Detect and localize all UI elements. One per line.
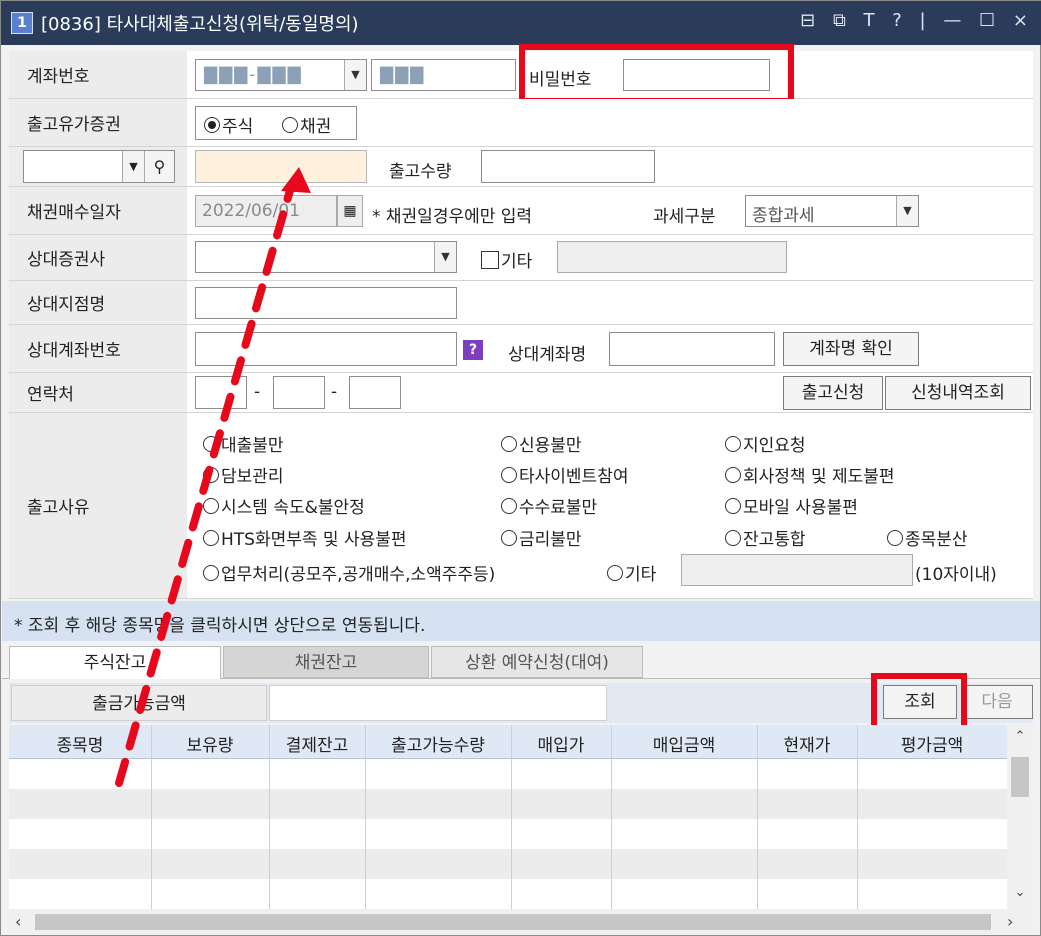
window: 1 [0836] 타사대체출고신청(위탁/동일명의) ⊟ ⧉ T ? | — ☐… xyxy=(0,0,1041,936)
annotation-arrow-icon xyxy=(115,167,311,787)
